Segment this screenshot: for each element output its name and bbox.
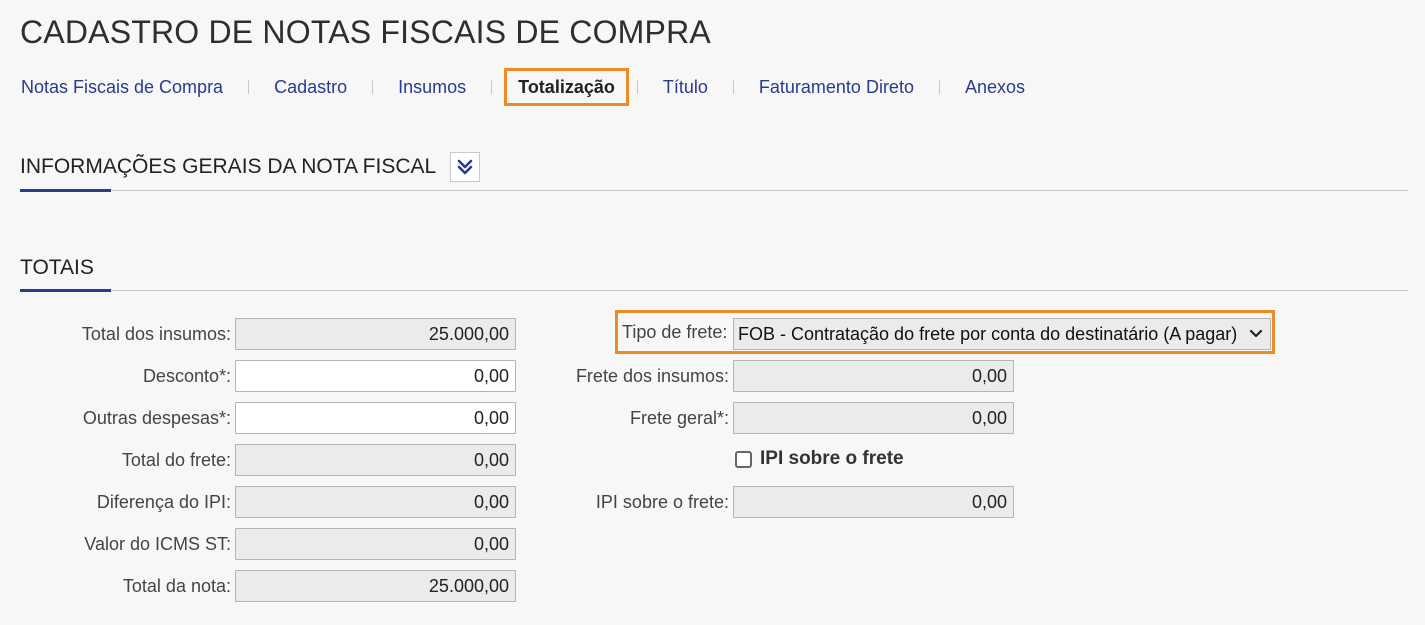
nav-separator	[372, 80, 374, 94]
valor-icms-st-field: 0,00	[235, 528, 516, 560]
tab-notas-fiscais-de-compra[interactable]: Notas Fiscais de Compra	[21, 77, 223, 98]
outras-despesas-label: Outras despesas*:	[82, 408, 231, 428]
totals-section: TOTAIS	[20, 252, 1408, 292]
totals-title: TOTAIS	[20, 256, 94, 279]
nav-separator	[636, 80, 638, 94]
ipi-frete-checkbox-label[interactable]: IPI sobre o frete	[760, 448, 904, 470]
desconto-label: Desconto*:	[142, 366, 231, 386]
tab-cadastro[interactable]: Cadastro	[274, 77, 347, 98]
desconto-input[interactable]: 0,00	[235, 360, 516, 392]
nav-separator	[732, 80, 734, 94]
section-underline	[20, 189, 111, 192]
nav-separator	[491, 80, 493, 94]
total-insumos-field: 25.000,00	[235, 318, 516, 350]
tab-insumos[interactable]: Insumos	[398, 77, 466, 98]
chevron-down-icon	[1248, 321, 1264, 356]
ipi-frete-checkbox-row: IPI sobre o frete	[735, 448, 904, 470]
nav-tabs: Notas Fiscais de Compra Cadastro Insumos…	[21, 66, 1025, 108]
double-chevron-down-icon	[457, 159, 473, 175]
frete-insumos-label: Frete dos insumos:	[575, 366, 729, 386]
total-frete-field: 0,00	[235, 444, 516, 476]
tab-titulo[interactable]: Título	[663, 77, 708, 98]
tab-totalizacao[interactable]: Totalização	[504, 68, 629, 106]
ipi-frete-checkbox[interactable]	[735, 450, 752, 468]
diferenca-ipi-label: Diferença do IPI:	[96, 492, 231, 512]
frete-geral-label: Frete geral*:	[629, 408, 729, 428]
expand-general-info-button[interactable]	[450, 152, 480, 182]
ipi-frete-field: 0,00	[733, 486, 1014, 518]
tab-faturamento-direto[interactable]: Faturamento Direto	[759, 77, 914, 98]
general-info-section: INFORMAÇÕES GERAIS DA NOTA FISCAL	[20, 152, 1408, 192]
valor-icms-st-label: Valor do ICMS ST:	[84, 534, 231, 554]
ipi-frete-label: IPI sobre o frete:	[595, 492, 729, 512]
frete-insumos-field: 0,00	[733, 360, 1014, 392]
freight-type-select[interactable]: FOB - Contratação do frete por conta do …	[733, 318, 1271, 350]
total-nota-label: Total da nota:	[122, 576, 231, 596]
frete-geral-field: 0,00	[733, 402, 1014, 434]
nav-separator	[248, 80, 250, 94]
freight-type-label: Tipo de frete:	[622, 322, 728, 342]
outras-despesas-input[interactable]: 0,00	[235, 402, 516, 434]
section-underline	[20, 289, 111, 292]
freight-type-value: FOB - Contratação do frete por conta do …	[738, 324, 1238, 344]
nav-separator	[938, 80, 940, 94]
tab-anexos[interactable]: Anexos	[965, 77, 1025, 98]
general-info-title: INFORMAÇÕES GERAIS DA NOTA FISCAL	[20, 155, 437, 178]
total-frete-label: Total do frete:	[121, 450, 231, 470]
page-title: CADASTRO DE NOTAS FISCAIS DE COMPRA	[20, 14, 711, 50]
total-nota-field: 25.000,00	[235, 570, 516, 602]
total-insumos-label: Total dos insumos:	[81, 324, 231, 344]
diferenca-ipi-field: 0,00	[235, 486, 516, 518]
